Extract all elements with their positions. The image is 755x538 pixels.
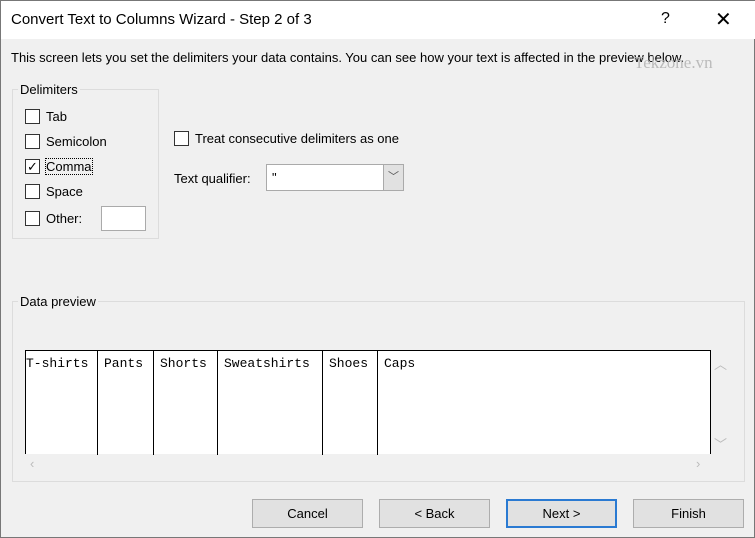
checkbox-label: Other: <box>46 211 83 226</box>
qualifier-label: Text qualifier: <box>174 171 251 186</box>
other-checkbox[interactable]: Other: <box>25 211 82 226</box>
checkbox-label: Tab <box>46 109 67 124</box>
intro-text: This screen lets you set the delimiters … <box>11 50 685 65</box>
consecutive-checkbox[interactable]: Treat consecutive delimiters as one <box>174 131 399 146</box>
checkbox-label: Comma <box>45 158 93 175</box>
window-title: Convert Text to Columns Wizard - Step 2 … <box>11 11 312 28</box>
scroll-left-icon[interactable]: ‹ <box>30 456 34 471</box>
close-button[interactable]: ✕ <box>715 7 732 32</box>
scroll-up-icon[interactable]: ︿ <box>714 354 727 373</box>
next-button[interactable]: Next > <box>506 499 617 528</box>
semicolon-checkbox[interactable]: Semicolon <box>25 134 107 149</box>
checkbox-label: Semicolon <box>46 134 107 149</box>
scroll-right-icon[interactable]: › <box>696 456 700 471</box>
back-button[interactable]: < Back <box>379 499 490 528</box>
preview-column: Shorts <box>154 351 218 455</box>
checkbox-label: Space <box>46 184 83 199</box>
checkbox-box[interactable] <box>25 184 40 199</box>
chevron-down-icon[interactable]: ﹀ <box>383 165 403 190</box>
text-qualifier-select[interactable]: " ﹀ <box>266 164 404 191</box>
check-icon[interactable]: ✓ <box>25 159 40 174</box>
data-preview[interactable]: T-shirts Pants Shorts Sweatshirts Shoes … <box>25 350 711 455</box>
checkbox-box[interactable] <box>174 131 189 146</box>
checkbox-label: Treat consecutive delimiters as one <box>195 131 400 146</box>
space-checkbox[interactable]: Space <box>25 184 83 199</box>
checkbox-box[interactable] <box>25 109 40 124</box>
checkbox-box[interactable] <box>25 211 40 226</box>
cancel-button[interactable]: Cancel <box>252 499 363 528</box>
tab-checkbox[interactable]: Tab <box>25 109 67 124</box>
watermark: Tekzone.vn <box>634 53 713 72</box>
qualifier-value: " <box>272 170 277 185</box>
preview-label: Data preview <box>18 294 98 309</box>
preview-column: Sweatshirts <box>218 351 323 455</box>
preview-column: Shoes <box>323 351 378 455</box>
preview-column: Caps <box>384 356 416 371</box>
checkbox-box[interactable] <box>25 134 40 149</box>
preview-column: Pants <box>98 351 154 455</box>
finish-button[interactable]: Finish <box>633 499 744 528</box>
scroll-down-icon[interactable]: ﹀ <box>714 434 727 453</box>
comma-checkbox[interactable]: ✓ Comma <box>25 158 93 175</box>
preview-column: T-shirts <box>26 351 98 455</box>
other-input[interactable] <box>101 206 146 231</box>
help-button[interactable]: ? <box>661 10 670 28</box>
delimiters-label: Delimiters <box>18 82 80 97</box>
